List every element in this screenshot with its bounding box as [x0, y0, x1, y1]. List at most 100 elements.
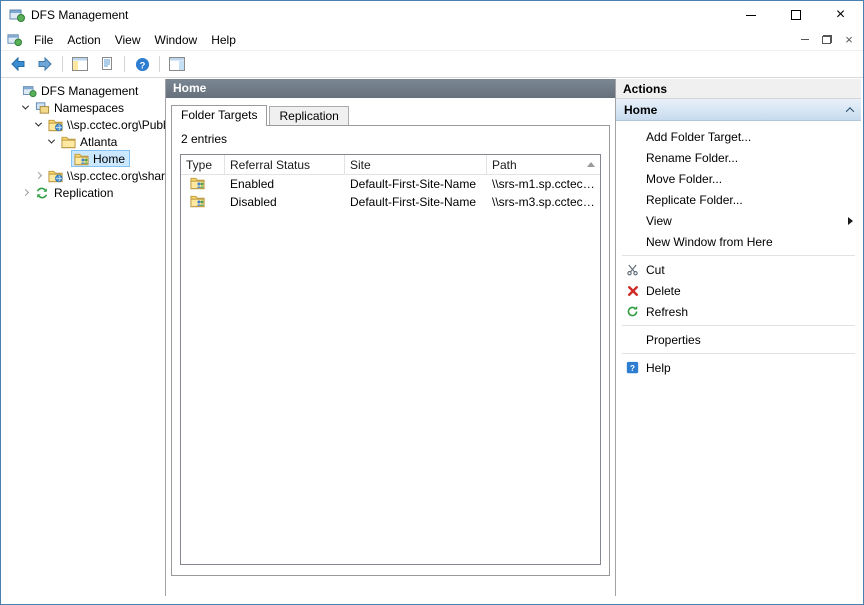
- action-help[interactable]: ? Help: [616, 357, 861, 378]
- expander-expanded[interactable]: [45, 136, 58, 144]
- minimize-button[interactable]: [728, 1, 773, 29]
- menu-view[interactable]: View: [108, 30, 148, 50]
- tree-item-replication[interactable]: Replication: [3, 184, 165, 201]
- folder-targets-list: Type Referral Status Site Path Enabled D…: [180, 154, 601, 565]
- folder-icon: [61, 135, 76, 149]
- forward-icon: [37, 56, 53, 72]
- action-label: Help: [646, 360, 671, 375]
- action-label: Move Folder...: [646, 171, 723, 186]
- content-area: DFS Management Namespaces \\sp.cctec.org…: [1, 78, 863, 604]
- action-rename-folder[interactable]: Rename Folder...: [616, 147, 861, 168]
- tab-folder-targets[interactable]: Folder Targets: [171, 105, 268, 126]
- tree-item-dfs-management[interactable]: DFS Management: [3, 82, 165, 99]
- result-pane-title: Home: [166, 79, 615, 98]
- action-label: Rename Folder...: [646, 150, 739, 165]
- actions-separator: [622, 353, 855, 354]
- folder-target-icon: [190, 176, 206, 190]
- action-move-folder[interactable]: Move Folder...: [616, 168, 861, 189]
- action-add-folder-target[interactable]: Add Folder Target...: [616, 126, 861, 147]
- menu-file[interactable]: File: [27, 30, 60, 50]
- tree-item-label: Replication: [54, 185, 114, 200]
- help-icon: ?: [624, 360, 641, 376]
- menu-action[interactable]: Action: [60, 30, 107, 50]
- action-label: Refresh: [646, 304, 689, 319]
- table-row[interactable]: Enabled Default-First-Site-Name \\srs-m1…: [181, 175, 600, 193]
- cell-path: \\srs-m1.sp.cctec.org\Sh...: [492, 177, 600, 191]
- tree-item-label: DFS Management: [41, 83, 139, 98]
- help-icon: ?: [135, 57, 150, 72]
- actions-separator: [622, 255, 855, 256]
- folder-targets-tab-page: 2 entries Type Referral Status Site Path: [171, 125, 610, 576]
- column-header-site[interactable]: Site: [345, 155, 487, 174]
- column-header-type[interactable]: Type: [181, 155, 225, 174]
- tree-item-namespace-shares[interactable]: \\sp.cctec.org\shares: [3, 167, 165, 184]
- child-minimize-icon: [801, 39, 809, 40]
- child-restore-button[interactable]: [819, 33, 835, 47]
- back-icon: [10, 56, 26, 72]
- action-properties[interactable]: Properties: [616, 329, 861, 350]
- menu-help[interactable]: Help: [204, 30, 243, 50]
- expander-collapsed[interactable]: [32, 171, 45, 180]
- actions-pane-title: Actions: [616, 79, 861, 99]
- toolbar: ?: [1, 51, 863, 78]
- tab-strip: Folder Targets Replication: [166, 98, 615, 126]
- cell-site: Default-First-Site-Name: [350, 177, 477, 191]
- maximize-button[interactable]: [773, 1, 818, 29]
- actions-section-label: Home: [624, 102, 658, 117]
- column-header-referral-status[interactable]: Referral Status: [225, 155, 345, 174]
- action-new-window-from-here[interactable]: New Window from Here: [616, 231, 861, 252]
- show-hide-action-pane-button[interactable]: [164, 53, 190, 76]
- back-button[interactable]: [5, 53, 31, 76]
- cell-referral-status: Disabled: [230, 195, 277, 209]
- export-list-button[interactable]: [94, 53, 120, 76]
- cut-icon: [624, 262, 641, 278]
- cell-type: [181, 176, 225, 193]
- close-button[interactable]: ×: [818, 1, 863, 29]
- help-button[interactable]: ?: [129, 53, 155, 76]
- show-hide-console-tree-button[interactable]: [67, 53, 93, 76]
- collapse-section-icon[interactable]: [845, 106, 855, 116]
- selected-tree-item[interactable]: Home: [71, 150, 131, 167]
- refresh-icon: [624, 304, 641, 320]
- tab-replication[interactable]: Replication: [269, 106, 349, 125]
- action-cut[interactable]: Cut: [616, 259, 861, 280]
- expander-collapsed[interactable]: [19, 188, 32, 197]
- action-label: Replicate Folder...: [646, 192, 743, 207]
- action-label: Delete: [646, 283, 681, 298]
- toolbar-separator: [159, 56, 160, 72]
- action-label: View: [646, 213, 672, 228]
- forward-button[interactable]: [32, 53, 58, 76]
- action-view[interactable]: View: [616, 210, 861, 231]
- tree-item-namespaces[interactable]: Namespaces: [3, 99, 165, 116]
- expander-expanded[interactable]: [32, 119, 45, 127]
- tree-item-label: Namespaces: [54, 100, 125, 115]
- action-pane-icon: [169, 57, 185, 71]
- child-minimize-button[interactable]: [797, 33, 813, 47]
- actions-section-home[interactable]: Home: [616, 99, 861, 121]
- tree-item-atlanta[interactable]: Atlanta: [3, 133, 165, 150]
- tree-item-home[interactable]: Home: [3, 150, 165, 167]
- child-close-button[interactable]: ×: [841, 33, 857, 47]
- action-delete[interactable]: Delete: [616, 280, 861, 301]
- toolbar-separator: [62, 56, 63, 72]
- action-label: Properties: [646, 332, 701, 347]
- action-label: New Window from Here: [646, 234, 773, 249]
- actions-separator: [622, 325, 855, 326]
- menu-window[interactable]: Window: [148, 30, 205, 50]
- delete-icon: [624, 283, 641, 299]
- action-refresh[interactable]: Refresh: [616, 301, 861, 322]
- column-header-path[interactable]: Path: [487, 155, 600, 174]
- namespace-icon: [48, 169, 63, 183]
- tree-item-namespace-public[interactable]: \\sp.cctec.org\Public: [3, 116, 165, 133]
- console-window-icon[interactable]: [7, 32, 22, 47]
- tree-item-label: Atlanta: [80, 134, 118, 149]
- expander-expanded[interactable]: [19, 102, 32, 110]
- cell-site: Default-First-Site-Name: [350, 195, 477, 209]
- close-icon: ×: [835, 6, 846, 23]
- table-row[interactable]: Disabled Default-First-Site-Name \\srs-m…: [181, 193, 600, 211]
- action-replicate-folder[interactable]: Replicate Folder...: [616, 189, 861, 210]
- toolbar-separator: [124, 56, 125, 72]
- child-restore-icon: [822, 35, 832, 44]
- svg-text:?: ?: [630, 364, 635, 373]
- actions-pane: Actions Home Add Folder Target... Rename…: [616, 79, 861, 596]
